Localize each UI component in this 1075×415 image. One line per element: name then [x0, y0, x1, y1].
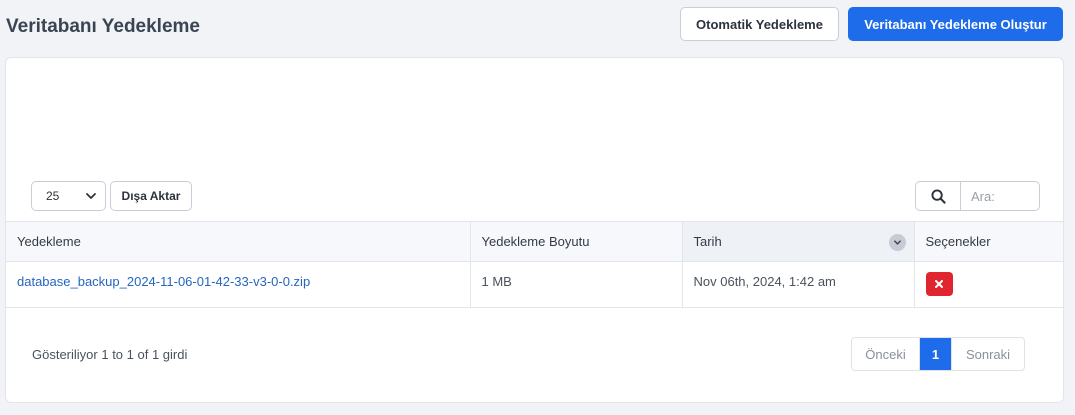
search-icon	[930, 188, 946, 204]
backup-file-link[interactable]: database_backup_2024-11-06-01-42-33-v3-0…	[17, 274, 310, 289]
page-length-value: 25	[46, 189, 60, 203]
search-button[interactable]	[916, 182, 961, 210]
page-length-select[interactable]: 25	[31, 181, 106, 211]
column-header-options: Seçenekler	[913, 221, 1063, 262]
column-header-date-label: Tarih	[693, 234, 722, 249]
search-group	[915, 181, 1040, 211]
page-1-button[interactable]: 1	[920, 338, 951, 370]
sort-desc-icon[interactable]	[888, 234, 906, 251]
next-page-button[interactable]: Sonraki	[951, 338, 1024, 370]
export-button[interactable]: Dışa Aktar	[110, 181, 192, 211]
delete-button[interactable]	[925, 272, 953, 296]
backup-size-cell: 1 MB	[469, 261, 682, 308]
backup-file-cell: database_backup_2024-11-06-01-42-33-v3-0…	[6, 261, 470, 308]
table-info: Gösteriliyor 1 to 1 of 1 girdi	[32, 347, 188, 362]
page-title: Veritabanı Yedekleme	[6, 16, 200, 37]
pagination: Önceki 1 Sonraki	[851, 337, 1025, 371]
column-header-backup[interactable]: Yedekleme	[6, 221, 470, 262]
backup-date-cell: Nov 06th, 2024, 1:42 am	[681, 261, 914, 308]
auto-backup-button[interactable]: Otomatik Yedekleme	[680, 7, 839, 41]
backup-table: Yedekleme Yedekleme Boyutu Tarih Seçenek…	[6, 221, 1063, 308]
column-header-size[interactable]: Yedekleme Boyutu	[469, 221, 682, 262]
close-icon	[935, 280, 943, 288]
chevron-down-icon	[86, 193, 96, 199]
search-input[interactable]	[961, 182, 1039, 210]
backup-card: 25 Dışa Aktar Yedekleme Yedekleme Boyutu…	[5, 57, 1064, 403]
column-header-date[interactable]: Tarih	[681, 221, 914, 262]
create-backup-button[interactable]: Veritabanı Yedekleme Oluştur	[848, 7, 1063, 41]
options-cell	[913, 261, 1063, 308]
prev-page-button[interactable]: Önceki	[852, 338, 920, 370]
table-row: database_backup_2024-11-06-01-42-33-v3-0…	[6, 261, 1063, 308]
